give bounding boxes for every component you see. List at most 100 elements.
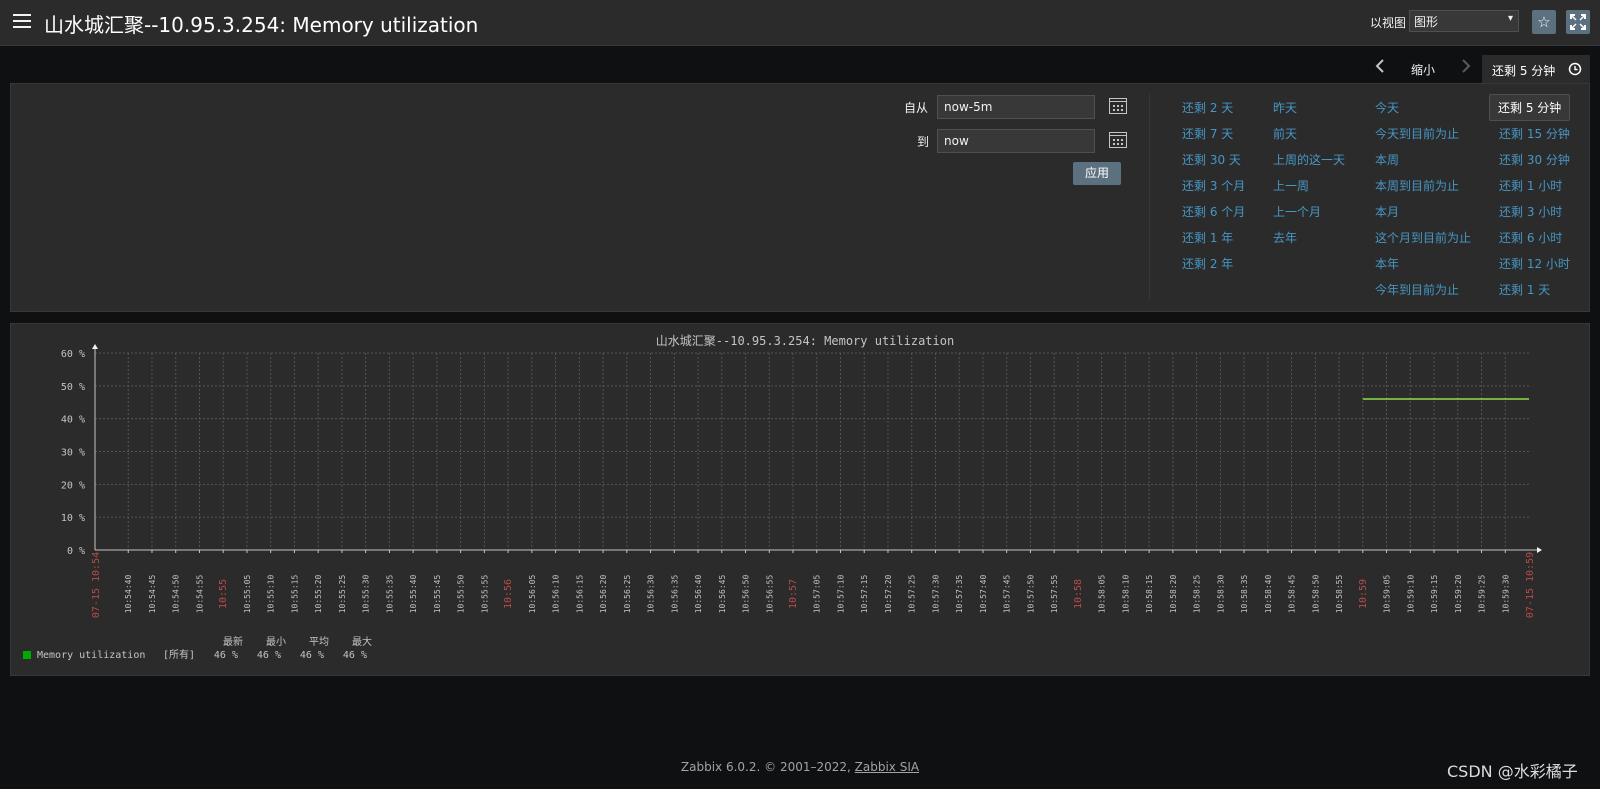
x-tick-label: 10:56:30 <box>647 575 656 614</box>
view-as-label: 以视图 <box>1370 16 1407 30</box>
quick-range-link[interactable]: 还剩 6 个月 <box>1182 203 1245 220</box>
x-tick-label: 10:57:05 <box>813 575 822 614</box>
quick-range-link[interactable]: 本周到目前为止 <box>1375 177 1459 194</box>
quick-range-link[interactable]: 还剩 1 小时 <box>1499 177 1562 194</box>
quick-range-link[interactable]: 今天到目前为止 <box>1375 125 1459 142</box>
calendar-icon[interactable] <box>1109 98 1127 114</box>
quick-range-link[interactable]: 还剩 15 分钟 <box>1499 125 1570 142</box>
x-start-label: 07-15 10:54 <box>91 552 102 618</box>
x-tick-label: 10:55:05 <box>243 575 252 614</box>
fullscreen-button[interactable] <box>1566 10 1590 34</box>
apply-button[interactable]: 应用 <box>1073 162 1121 185</box>
x-end-label: 07-15 10:59 <box>1525 552 1536 618</box>
footer-link[interactable]: Zabbix SIA <box>855 760 919 774</box>
x-tick-label: 10:55:30 <box>362 575 371 614</box>
from-label: 自从 <box>904 101 929 115</box>
legend-value-last: 46 % <box>214 650 238 661</box>
quick-range-link[interactable]: 还剩 3 小时 <box>1499 203 1562 220</box>
quick-range-link[interactable]: 今年到目前为止 <box>1375 281 1459 298</box>
x-tick-label: 10:57:40 <box>979 575 988 614</box>
x-tick-label: 10:58:50 <box>1311 575 1320 614</box>
graph-grid <box>95 352 1529 553</box>
quick-range-link[interactable]: 还剩 7 天 <box>1182 125 1233 142</box>
x-axis-ticks: 10:54:40 10:54:45 10:54:50 10:54:55 10:55 10:… <box>91 552 1536 618</box>
view-as-select[interactable]: 图形 ▾ <box>1409 10 1519 32</box>
legend-value-max: 46 % <box>343 650 367 661</box>
memory-utilization-graph[interactable]: 山水城汇聚--10.95.3.254: Memory utilization 0… <box>11 324 1589 675</box>
quick-range-link[interactable]: 还剩 30 天 <box>1182 151 1241 168</box>
legend-header-max: 最大 <box>352 635 372 648</box>
quick-range-link[interactable]: 上周的这一天 <box>1273 151 1345 168</box>
quick-range-link[interactable]: 昨天 <box>1273 99 1297 116</box>
x-tick-label: 10:57:55 <box>1050 575 1059 614</box>
quick-range-link[interactable]: 还剩 1 天 <box>1499 281 1550 298</box>
x-tick-label: 10:57:20 <box>884 575 893 614</box>
quick-range-link[interactable]: 还剩 12 小时 <box>1499 255 1570 272</box>
time-filter-tab[interactable]: 还剩 5 分钟 <box>1482 55 1590 83</box>
y-tick-label: 30 % <box>61 448 85 459</box>
chevron-left-icon <box>1375 59 1384 73</box>
quick-range-link[interactable]: 这个月到目前为止 <box>1375 229 1471 246</box>
clock-icon <box>1568 62 1582 76</box>
page-title: 山水城汇聚--10.95.3.254: Memory utilization <box>44 13 479 37</box>
x-tick-label: 10:56:10 <box>552 575 561 614</box>
quick-range-link[interactable]: 还剩 30 分钟 <box>1499 151 1570 168</box>
quick-range-link[interactable]: 上一周 <box>1273 177 1309 194</box>
time-forward-button[interactable] <box>1460 58 1472 86</box>
graph-legend: 最新 最小 平均 最大 Memory utilization [所有] 46 %… <box>23 635 372 661</box>
from-input[interactable]: now-5m <box>937 95 1095 119</box>
quick-range-link[interactable]: 本月 <box>1375 203 1399 220</box>
x-tick-label: 10:59:10 <box>1406 575 1415 614</box>
quick-range-link[interactable]: 还剩 2 年 <box>1182 255 1233 272</box>
hamburger-menu-icon[interactable] <box>13 14 31 28</box>
y-tick-label: 10 % <box>61 513 85 524</box>
time-back-button[interactable] <box>1374 58 1386 86</box>
quick-range-link[interactable]: 今天 <box>1375 99 1399 116</box>
quick-range-link[interactable]: 还剩 3 个月 <box>1182 177 1245 194</box>
star-icon: ☆ <box>1537 13 1551 31</box>
footer-text: Zabbix 6.0.2. © 2001–2022, <box>680 760 855 774</box>
x-tick-label: 10:55:15 <box>290 575 299 614</box>
quick-range-link[interactable]: 前天 <box>1273 125 1297 142</box>
x-tick-label: 10:58:45 <box>1288 575 1297 614</box>
chevron-right-icon <box>1462 59 1471 73</box>
legend-header-avg: 平均 <box>309 636 329 648</box>
x-tick-label: 10:56 <box>503 579 514 609</box>
y-tick-label: 0 % <box>67 546 85 557</box>
quick-range-link[interactable]: 本年 <box>1375 255 1399 272</box>
y-tick-label: 20 % <box>61 480 85 491</box>
x-tick-label: 10:55:45 <box>433 575 442 614</box>
quick-range-link-selected[interactable]: 还剩 5 分钟 <box>1489 94 1571 121</box>
legend-series-func: [所有] <box>163 648 195 661</box>
x-tick-label: 10:55 <box>218 579 229 609</box>
x-tick-label: 10:58:20 <box>1169 575 1178 614</box>
legend-swatch <box>23 651 31 659</box>
legend-header-min: 最小 <box>266 636 286 648</box>
x-tick-label: 10:59:20 <box>1454 575 1463 614</box>
x-tick-label: 10:56:20 <box>599 575 608 614</box>
to-label: 到 <box>917 135 930 149</box>
x-tick-label: 10:54:40 <box>124 575 133 614</box>
y-axis-ticks: 0 % 10 % 20 % 30 % 40 % 50 % 60 % <box>61 349 85 557</box>
x-tick-label: 10:55:20 <box>314 575 323 614</box>
add-to-favorites-button[interactable]: ☆ <box>1532 10 1556 34</box>
x-tick-label: 10:59:25 <box>1478 575 1487 614</box>
x-tick-label: 10:55:40 <box>409 575 418 614</box>
quick-range-link[interactable]: 还剩 1 年 <box>1182 229 1233 246</box>
quick-range-link[interactable]: 上一个月 <box>1273 203 1321 220</box>
calendar-icon[interactable] <box>1109 132 1127 148</box>
quick-range-link[interactable]: 去年 <box>1273 229 1297 246</box>
x-tick-label: 10:54:45 <box>148 575 157 614</box>
x-tick-label: 10:57:10 <box>836 575 845 614</box>
x-tick-label: 10:55:50 <box>457 575 466 614</box>
quick-range-link[interactable]: 还剩 6 小时 <box>1499 229 1562 246</box>
quick-range-link[interactable]: 还剩 2 天 <box>1182 99 1233 116</box>
x-tick-label: 10:56:50 <box>742 575 751 614</box>
legend-value-min: 46 % <box>257 650 281 661</box>
quick-range-link[interactable]: 本周 <box>1375 151 1399 168</box>
to-input[interactable]: now <box>937 129 1095 153</box>
y-tick-label: 40 % <box>61 415 85 426</box>
x-tick-label: 10:58:55 <box>1335 575 1344 614</box>
x-tick-label: 10:55:55 <box>480 575 489 614</box>
legend-value-avg: 46 % <box>300 650 324 661</box>
